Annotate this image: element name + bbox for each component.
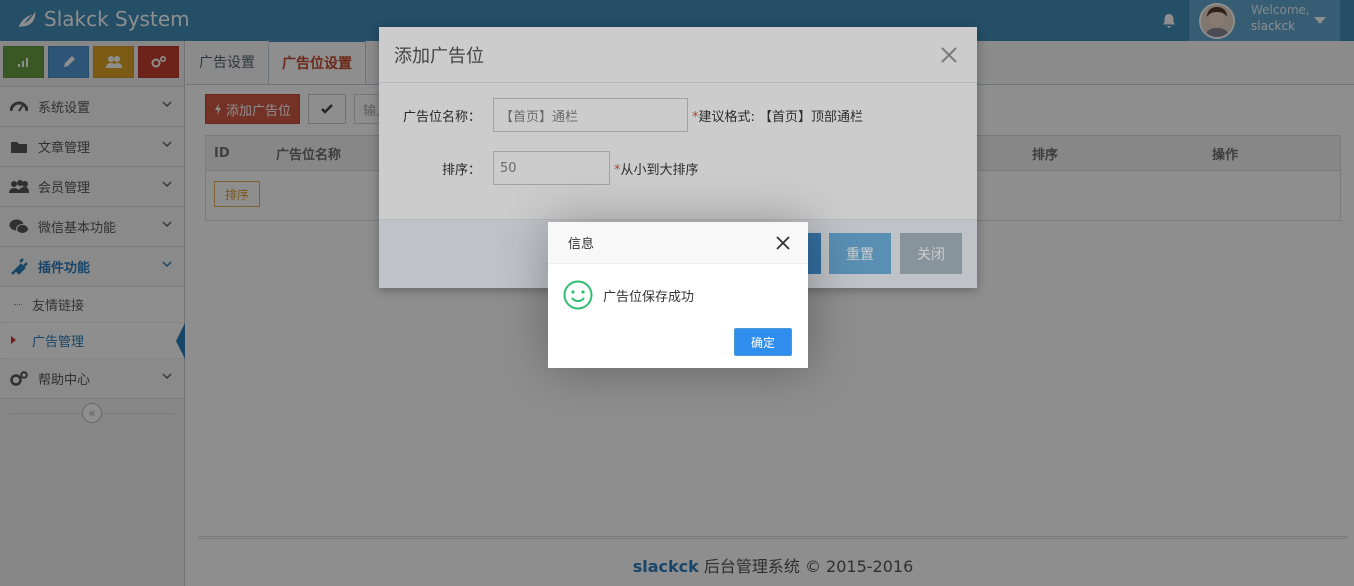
info-dialog: 信息 广告位保存成功 确定 (548, 222, 808, 368)
dialog-message: 广告位保存成功 (603, 289, 695, 305)
smile-icon (563, 280, 593, 310)
ok-button[interactable]: 确定 (734, 328, 792, 356)
close-icon[interactable] (776, 236, 790, 250)
dialog-body: 广告位保存成功 (563, 280, 694, 310)
dialog-header: 信息 (548, 222, 808, 264)
dialog-title: 信息 (568, 237, 595, 252)
